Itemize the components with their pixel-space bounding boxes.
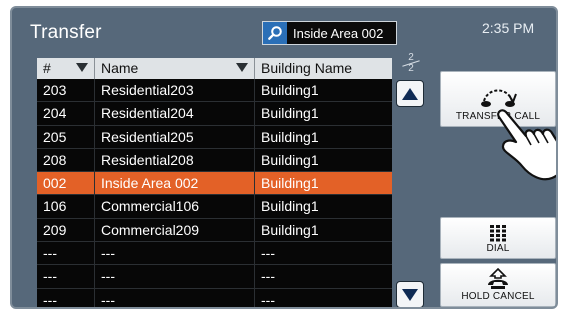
cell-number: 204 <box>37 102 95 125</box>
column-header-number[interactable]: # <box>37 58 95 79</box>
table-row[interactable]: 208 Residential208 Building1 <box>37 148 392 173</box>
directory-table: # Name Building Name 203 Residential203 Bu… <box>37 58 392 308</box>
cell-name: --- <box>95 265 255 288</box>
cell-building: Building1 <box>261 128 319 145</box>
search-field[interactable]: Inside Area 002 <box>262 21 397 45</box>
table-row[interactable]: --- --- --- <box>37 288 392 308</box>
table-row[interactable]: 204 Residential204 Building1 <box>37 102 392 126</box>
sort-arrow-icon <box>236 63 248 72</box>
cell-building: Building1 <box>261 198 319 215</box>
cell-name: Residential208 <box>95 148 255 172</box>
transfer-screen: Transfer Inside Area 002 2:35 PM # Name … <box>10 6 558 309</box>
cell-name: Commercial106 <box>95 195 255 218</box>
cell-number: 209 <box>37 218 95 242</box>
cell-building: Building1 <box>261 105 319 122</box>
cell-name: Commercial209 <box>95 218 255 242</box>
column-header-building[interactable]: Building Name <box>255 58 392 79</box>
cell-number: --- <box>37 265 95 288</box>
cell-building: Building1 <box>261 221 319 238</box>
cell-name: --- <box>95 288 255 307</box>
total-pages: 2 <box>408 63 414 74</box>
hold-cancel-icon <box>488 268 508 289</box>
cell-number: --- <box>37 242 95 265</box>
hold-cancel-button[interactable]: HOLD CANCEL <box>440 263 556 307</box>
table-row-selected[interactable]: 002 Inside Area 002 Building1 <box>37 172 392 196</box>
cell-building: --- <box>261 291 275 308</box>
pointing-hand-icon <box>497 109 556 181</box>
dial-label: DIAL <box>486 243 510 254</box>
cell-building: --- <box>261 245 275 262</box>
dial-button[interactable]: DIAL <box>440 217 556 259</box>
cell-name: Residential205 <box>95 125 255 148</box>
table-row[interactable]: 106 Commercial106 Building1 <box>37 195 392 219</box>
hold-cancel-label: HOLD CANCEL <box>461 291 535 302</box>
table-body: 203 Residential203 Building1 204 Residential… <box>37 79 392 308</box>
table-header: # Name Building Name <box>37 58 392 79</box>
cell-number: 203 <box>37 79 95 102</box>
page-indicator: 2 2 <box>394 52 428 74</box>
cell-number: 002 <box>37 172 95 195</box>
cell-name: Inside Area 002 <box>95 172 255 195</box>
cell-building: Building1 <box>261 151 319 168</box>
cell-name: --- <box>95 242 255 265</box>
sort-arrow-icon <box>76 63 88 72</box>
current-page: 2 <box>408 52 414 63</box>
clock: 2:35 PM <box>482 20 535 36</box>
cell-building: Building1 <box>261 175 319 192</box>
up-arrow-icon <box>402 87 418 100</box>
cell-number: 106 <box>37 195 95 218</box>
dial-keypad-icon <box>490 225 506 242</box>
table-row[interactable]: 205 Residential205 Building1 <box>37 125 392 149</box>
cell-number: --- <box>37 288 95 307</box>
scroll-up-button[interactable] <box>396 80 424 107</box>
cell-number: 205 <box>37 125 95 148</box>
cell-name: Residential204 <box>95 102 255 125</box>
column-header-name[interactable]: Name <box>95 58 255 79</box>
table-row[interactable]: --- --- --- <box>37 265 392 289</box>
cell-building: Building1 <box>261 82 319 98</box>
search-icon <box>263 22 287 44</box>
cell-name: Residential203 <box>95 79 255 102</box>
search-value: Inside Area 002 <box>293 25 384 41</box>
table-row[interactable]: 203 Residential203 Building1 <box>37 79 392 103</box>
screen-title: Transfer <box>30 22 102 43</box>
scroll-down-button[interactable] <box>396 281 424 307</box>
table-row[interactable]: 209 Commercial209 Building1 <box>37 218 392 243</box>
table-row[interactable]: --- --- --- <box>37 242 392 266</box>
cell-number: 208 <box>37 148 95 172</box>
down-arrow-icon <box>402 288 418 301</box>
cell-building: --- <box>261 268 275 285</box>
